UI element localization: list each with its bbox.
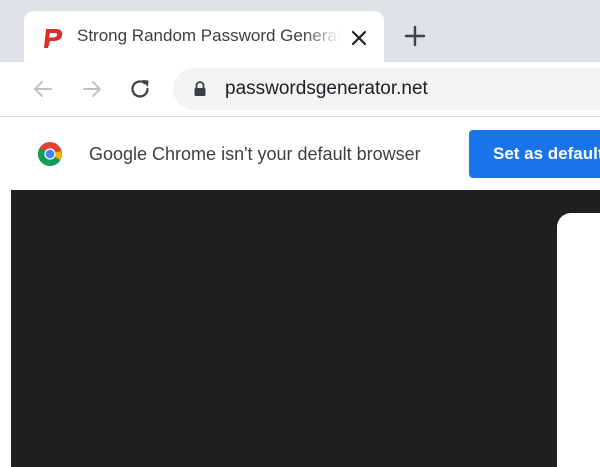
set-as-default-button[interactable]: Set as default bbox=[469, 130, 600, 178]
active-tab[interactable]: Strong Random Password Generator bbox=[24, 11, 384, 62]
content-card bbox=[557, 213, 600, 467]
default-browser-infobar: Google Chrome isn't your default browser… bbox=[0, 117, 600, 190]
chrome-logo-icon bbox=[37, 142, 62, 167]
browser-window: Strong Random Password Generator passwor… bbox=[0, 0, 600, 467]
page-content bbox=[0, 190, 600, 467]
arrow-left-icon[interactable] bbox=[31, 77, 55, 101]
dark-page-area bbox=[11, 190, 600, 467]
infobar-message: Google Chrome isn't your default browser bbox=[89, 144, 421, 164]
tab-strip: Strong Random Password Generator bbox=[0, 0, 600, 62]
lock-icon[interactable] bbox=[191, 80, 209, 98]
passwordsgenerator-favicon-icon bbox=[44, 29, 63, 48]
close-icon[interactable] bbox=[348, 27, 370, 49]
url-text[interactable]: passwordsgenerator.net bbox=[225, 78, 428, 100]
address-bar[interactable]: passwordsgenerator.net bbox=[173, 68, 600, 110]
reload-icon[interactable] bbox=[128, 77, 152, 101]
arrow-right-icon[interactable] bbox=[80, 77, 104, 101]
tab-title: Strong Random Password Generator bbox=[77, 26, 340, 45]
browser-toolbar: passwordsgenerator.net bbox=[0, 62, 600, 117]
plus-icon[interactable] bbox=[403, 24, 427, 48]
